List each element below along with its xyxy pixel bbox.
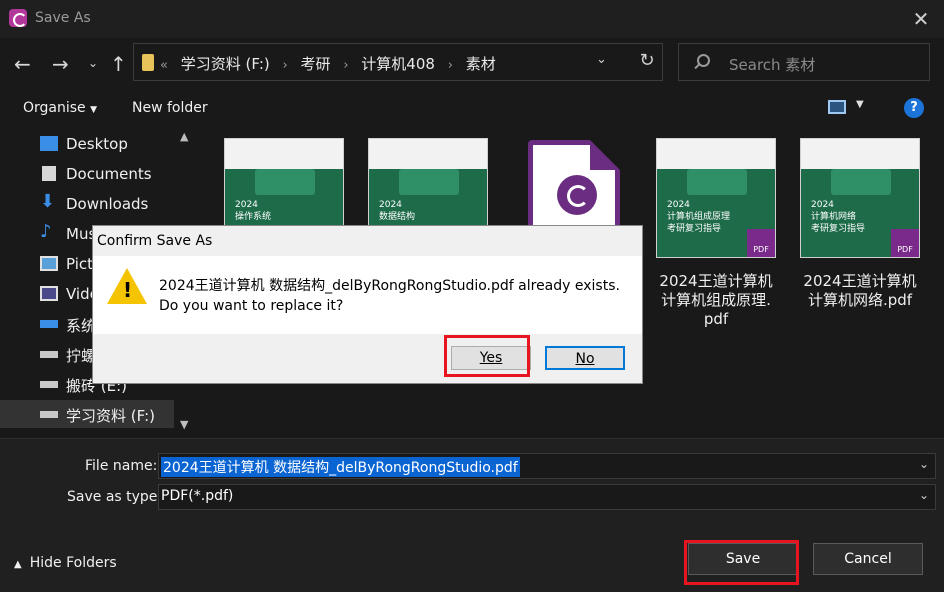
- file-tile[interactable]: 2024 计算机组成原理 考研复习指导 PDF 2024王道计算机 计算机组成原…: [636, 138, 776, 328]
- file-name-label: 2024王道计算机 计算机组成原理. pdf: [659, 272, 773, 328]
- window-title: Save As: [35, 10, 91, 26]
- drive-icon: [40, 381, 58, 388]
- desktop-icon: [40, 136, 58, 151]
- caret-down-icon[interactable]: ▼: [856, 99, 864, 110]
- chevron-down-icon[interactable]: ⌄: [919, 457, 929, 471]
- dialog-message: 2024王道计算机 数据结构_delByRongRongStudio.pdf a…: [159, 276, 620, 316]
- exclamation-icon: !: [123, 278, 133, 302]
- address-bar[interactable]: « 学习资料 (F:) › 考研 › 计算机408 › 素材 ⌄ ↻: [133, 43, 663, 81]
- breadcrumb-item-408[interactable]: 计算机408: [361, 55, 435, 73]
- save-type-select[interactable]: PDF(*.pdf) ⌄: [158, 484, 936, 510]
- sidebar-item-documents[interactable]: Documents: [36, 160, 186, 188]
- sidebar-item-label: Downloads: [66, 195, 149, 213]
- download-icon: ⬇: [40, 191, 56, 212]
- sidebar-item-desktop[interactable]: Desktop: [36, 130, 186, 158]
- new-folder-button[interactable]: New folder: [132, 100, 208, 116]
- file-name-label: File name:: [85, 458, 158, 474]
- organise-label: Organise: [23, 100, 86, 116]
- close-icon[interactable]: ✕: [908, 6, 934, 32]
- chevron-right-icon: ›: [447, 58, 453, 73]
- search-placeholder: Search 素材: [729, 56, 816, 74]
- file-name-input[interactable]: 2024王道计算机 数据结构_delByRongRongStudio.pdf ⌄: [158, 453, 936, 479]
- sidebar-item-label: Documents: [66, 165, 152, 183]
- cover-title: 2024 操作系统: [235, 200, 272, 222]
- search-box[interactable]: Search 素材: [678, 43, 930, 81]
- save-type-value: PDF(*.pdf): [161, 488, 234, 504]
- pictures-icon: [40, 256, 58, 271]
- arrow-left-icon[interactable]: ←: [14, 52, 31, 76]
- breadcrumb-overflow[interactable]: «: [160, 58, 168, 73]
- cover-title: 2024 计算机网络 考研复习指导: [811, 200, 866, 234]
- book-cover-thumbnail: 2024 计算机网络 考研复习指导 PDF: [800, 138, 920, 258]
- arrow-up-icon[interactable]: ↑: [110, 52, 127, 76]
- drive-icon: [40, 411, 58, 418]
- file-name-value: 2024王道计算机 数据结构_delByRongRongStudio.pdf: [161, 457, 520, 477]
- caret-down-icon: ▼: [90, 105, 98, 115]
- pdf-badge-icon: PDF: [747, 229, 775, 257]
- view-options-icon[interactable]: [828, 100, 846, 114]
- cancel-button[interactable]: Cancel: [813, 543, 923, 575]
- file-name-label: 2024王道计算机 计算机网络.pdf: [803, 272, 917, 309]
- chevron-down-icon[interactable]: ⌄: [919, 488, 929, 502]
- cover-title: 2024 计算机组成原理 考研复习指导: [667, 200, 731, 234]
- dialog-message-line1: 2024王道计算机 数据结构_delByRongRongStudio.pdf a…: [159, 278, 620, 294]
- sidebar-item-label: Desktop: [66, 135, 128, 153]
- confirm-save-as-dialog: Confirm Save As ! 2024王道计算机 数据结构_delByRo…: [92, 225, 643, 384]
- sidebar-item-downloads[interactable]: ⬇ Downloads: [36, 190, 186, 218]
- dialog-body: ! 2024王道计算机 数据结构_delByRongRongStudio.pdf…: [93, 256, 642, 334]
- folder-icon: [142, 54, 154, 71]
- videos-icon: [40, 286, 58, 301]
- cover-title: 2024 数据结构: [379, 200, 416, 222]
- hide-folders-label: Hide Folders: [29, 555, 117, 571]
- help-icon[interactable]: ?: [904, 98, 924, 118]
- dialog-message-line2: Do you want to replace it?: [159, 298, 344, 314]
- chevron-right-icon: ›: [343, 58, 349, 73]
- scroll-down-icon[interactable]: ▼: [180, 418, 188, 431]
- file-tile[interactable]: 2024 计算机网络 考研复习指导 PDF 2024王道计算机 计算机网络.pd…: [780, 138, 920, 318]
- sidebar-item-drive-f[interactable]: 学习资料 (F:): [0, 400, 174, 428]
- documents-icon: [42, 166, 56, 181]
- book-cover-thumbnail: 2024 计算机组成原理 考研复习指导 PDF: [656, 138, 776, 258]
- breadcrumb: « 学习资料 (F:) › 考研 › 计算机408 › 素材: [160, 53, 504, 74]
- foxit-icon: [9, 9, 27, 27]
- foxit-icon: [557, 175, 597, 215]
- arrow-right-icon[interactable]: →: [52, 52, 69, 76]
- no-button[interactable]: No: [545, 346, 625, 370]
- organise-button[interactable]: Organise ▼: [23, 100, 97, 116]
- highlight-frame-save: [684, 540, 799, 585]
- hide-folders-button[interactable]: ▲ Hide Folders: [14, 555, 117, 571]
- chevron-down-icon[interactable]: ⌄: [88, 56, 98, 70]
- refresh-icon[interactable]: ↻: [634, 50, 660, 74]
- chevron-down-icon[interactable]: ⌄: [596, 52, 607, 67]
- breadcrumb-item-sucai[interactable]: 素材: [466, 55, 496, 73]
- breadcrumb-item-drive[interactable]: 学习资料 (F:): [181, 55, 270, 73]
- search-icon: [697, 54, 710, 67]
- dialog-title: Confirm Save As: [97, 233, 213, 249]
- save-type-label: Save as type:: [67, 489, 163, 505]
- title-bar: Save As ✕: [0, 0, 944, 38]
- chevron-right-icon: ›: [282, 58, 288, 73]
- pdf-badge-icon: PDF: [891, 229, 919, 257]
- breadcrumb-item-kaoyan[interactable]: 考研: [301, 55, 331, 73]
- caret-up-icon: ▲: [14, 559, 22, 570]
- drive-icon: [40, 320, 58, 328]
- command-bar: Organise ▼ New folder ▼: [0, 90, 944, 126]
- music-icon: ♪: [40, 221, 52, 242]
- scroll-up-icon[interactable]: ▲: [180, 130, 188, 143]
- sidebar-item-label: 学习资料 (F:): [66, 407, 155, 425]
- highlight-frame-yes: [444, 335, 530, 377]
- drive-icon: [40, 351, 58, 358]
